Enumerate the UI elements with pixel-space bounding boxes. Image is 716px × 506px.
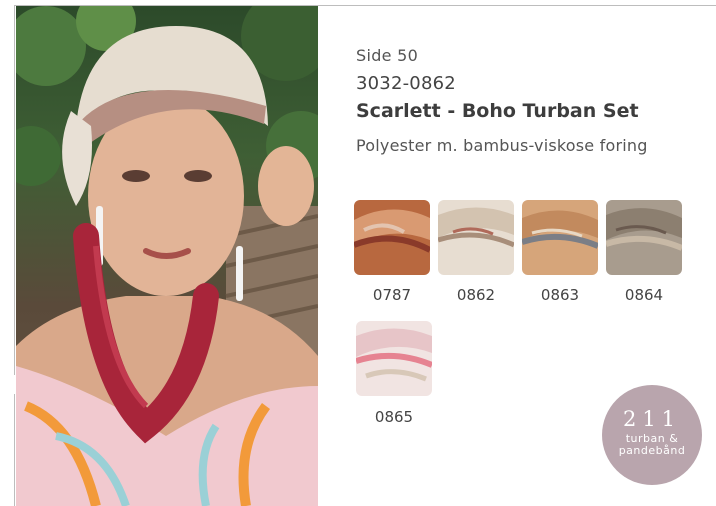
left-divider <box>14 5 15 375</box>
product-title: Scarlett - Boho Turban Set <box>356 100 639 122</box>
swatch-0864[interactable] <box>606 200 682 275</box>
category-badge: 211 turban & pandebånd <box>602 385 702 485</box>
left-divider-lower <box>14 394 15 506</box>
swatch-label-0862: 0862 <box>456 286 496 304</box>
article-code: 3032-0862 <box>356 73 456 94</box>
swatch-0865[interactable] <box>356 321 432 396</box>
swatch-label-0865: 0865 <box>374 408 414 426</box>
swatch-0862-image <box>438 200 514 275</box>
swatch-0787[interactable] <box>354 200 430 275</box>
swatch-label-0864: 0864 <box>624 286 664 304</box>
swatch-0864-image <box>606 200 682 275</box>
swatch-0863[interactable] <box>522 200 598 275</box>
swatch-0787-image <box>354 200 430 275</box>
swatch-0865-image <box>356 321 432 396</box>
product-photo <box>16 6 318 506</box>
model-illustration <box>16 6 318 506</box>
swatch-0862[interactable] <box>438 200 514 275</box>
page-reference: Side 50 <box>356 46 419 65</box>
swatch-label-0863: 0863 <box>540 286 580 304</box>
material-description: Polyester m. bambus-viskose foring <box>356 136 648 155</box>
badge-line-2: pandebånd <box>618 444 686 457</box>
swatch-0863-image <box>522 200 598 275</box>
badge-text: turban & pandebånd <box>602 433 702 457</box>
product-info: Side 50 3032-0862 Scarlett - Boho Turban… <box>356 46 648 155</box>
badge-number: 211 <box>622 407 682 431</box>
swatch-label-0787: 0787 <box>372 286 412 304</box>
